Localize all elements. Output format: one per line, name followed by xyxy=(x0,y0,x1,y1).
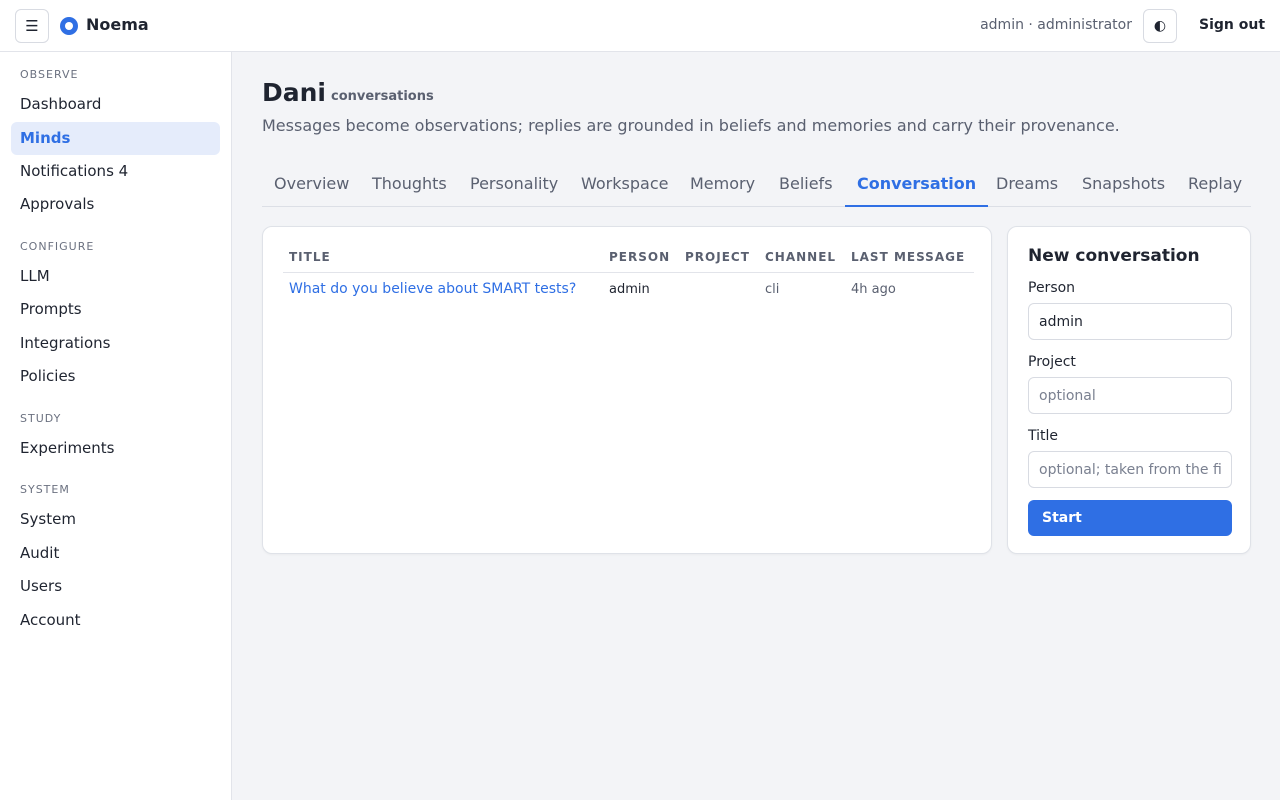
tab-overview[interactable]: Overview xyxy=(262,164,361,207)
brand-logo-icon xyxy=(60,17,78,35)
tab-replay[interactable]: Replay xyxy=(1176,164,1254,207)
user-label: admin · administrator xyxy=(980,17,1132,33)
person-input[interactable] xyxy=(1028,303,1232,340)
conversations-card: TITLE PERSON PROJECT CHANNEL LAST MESSAG… xyxy=(262,226,992,554)
column-channel[interactable]: CHANNEL xyxy=(759,245,845,273)
title-label: Title xyxy=(1028,428,1059,444)
project-input[interactable] xyxy=(1028,377,1232,414)
sign-out-button[interactable]: Sign out xyxy=(1199,17,1265,33)
sidebar-section-study: STUDY xyxy=(20,412,62,425)
conversation-project xyxy=(679,273,759,306)
tab-conversation[interactable]: Conversation xyxy=(845,164,989,207)
sidebar-item-account[interactable]: Account xyxy=(11,604,220,637)
sidebar-item-integrations[interactable]: Integrations xyxy=(11,327,220,360)
sidebar-item-experiments[interactable]: Experiments xyxy=(11,432,220,465)
start-button[interactable]: Start xyxy=(1028,500,1232,536)
brand-name[interactable]: Noema xyxy=(86,15,149,34)
sidebar-item-notifications[interactable]: Notifications 4 xyxy=(11,155,220,188)
tab-snapshots[interactable]: Snapshots xyxy=(1070,164,1177,207)
column-project[interactable]: PROJECT xyxy=(679,245,759,273)
sidebar-item-audit[interactable]: Audit xyxy=(11,537,220,570)
sidebar-item-minds[interactable]: Minds xyxy=(11,122,220,155)
page-description: Messages become observations; replies ar… xyxy=(262,116,1120,135)
sidebar-section-system: SYSTEM xyxy=(20,483,70,496)
title-input[interactable] xyxy=(1028,451,1232,488)
sidebar-item-users[interactable]: Users xyxy=(11,570,220,603)
sidebar-item-dashboard[interactable]: Dashboard xyxy=(11,88,220,121)
conversation-channel: cli xyxy=(765,281,780,297)
tab-dreams[interactable]: Dreams xyxy=(984,164,1070,207)
sidebar-item-llm[interactable]: LLM xyxy=(11,260,220,293)
conversation-last-message: 4h ago xyxy=(851,281,896,297)
sidebar-section-configure: CONFIGURE xyxy=(20,240,95,253)
sidebar: OBSERVE Dashboard Minds Notifications 4 … xyxy=(0,52,232,800)
table-row[interactable]: What do you believe about SMART tests? a… xyxy=(283,273,974,306)
person-label: Person xyxy=(1028,280,1076,296)
conversations-table: TITLE PERSON PROJECT CHANNEL LAST MESSAG… xyxy=(283,245,974,305)
tab-workspace[interactable]: Workspace xyxy=(569,164,680,207)
column-person[interactable]: PERSON xyxy=(603,245,679,273)
sidebar-item-prompts[interactable]: Prompts xyxy=(11,293,220,326)
page-subtitle: conversations xyxy=(331,89,434,104)
new-conversation-card: New conversation Person Project Title St… xyxy=(1007,226,1251,554)
sidebar-item-system[interactable]: System xyxy=(11,503,220,536)
menu-icon[interactable]: ☰ xyxy=(15,9,49,43)
tab-memory[interactable]: Memory xyxy=(678,164,767,207)
mind-tabs: Overview Thoughts Personality Workspace … xyxy=(262,164,1251,207)
conversation-person: admin xyxy=(609,281,650,297)
column-title[interactable]: TITLE xyxy=(283,245,603,273)
column-last-message[interactable]: LAST MESSAGE xyxy=(845,245,974,273)
sidebar-item-approvals[interactable]: Approvals xyxy=(11,188,220,221)
project-label: Project xyxy=(1028,354,1076,370)
new-conversation-heading: New conversation xyxy=(1028,246,1200,266)
tab-personality[interactable]: Personality xyxy=(458,164,570,207)
top-bar: ☰ Noema admin · administrator ◐ Sign out xyxy=(0,0,1280,52)
tab-thoughts[interactable]: Thoughts xyxy=(360,164,459,207)
tab-beliefs[interactable]: Beliefs xyxy=(767,164,845,207)
sidebar-section-observe: OBSERVE xyxy=(20,68,79,81)
conversation-title-link[interactable]: What do you believe about SMART tests? xyxy=(283,273,603,306)
table-header-row: TITLE PERSON PROJECT CHANNEL LAST MESSAG… xyxy=(283,245,974,273)
sidebar-item-policies[interactable]: Policies xyxy=(11,360,220,393)
theme-toggle-icon[interactable]: ◐ xyxy=(1143,9,1177,43)
page-title: Dani xyxy=(262,78,326,107)
